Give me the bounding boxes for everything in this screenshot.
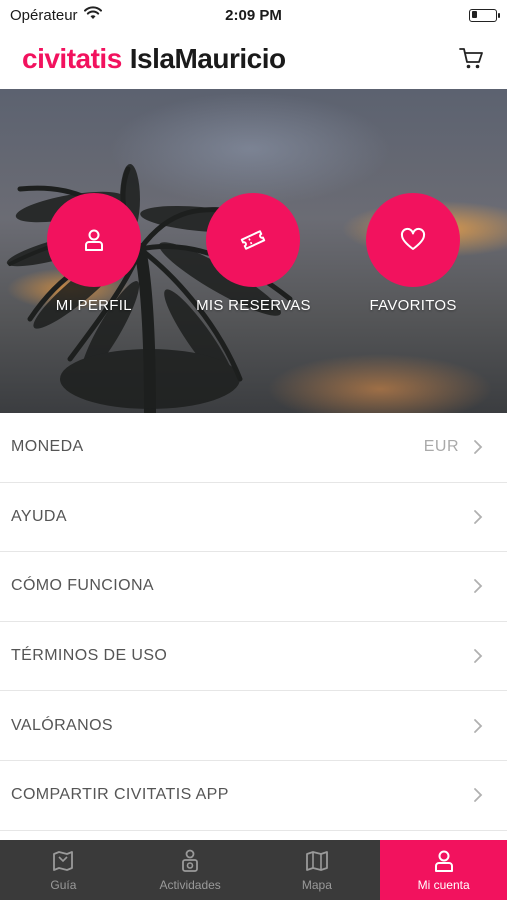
account-icon [434, 850, 453, 872]
chevron-right-icon [474, 649, 483, 663]
status-left: Opérateur [10, 6, 102, 24]
chevron-right-icon [474, 440, 483, 455]
activities-icon [182, 849, 199, 872]
menu-item-currency[interactable]: MONEDA EUR [0, 413, 507, 483]
carrier-name: Opérateur [10, 6, 78, 24]
menu-item-label: MONEDA [11, 438, 84, 456]
tab-my-account[interactable]: Mi cuenta [380, 840, 507, 900]
chevron-right-icon [474, 718, 483, 733]
guide-icon [53, 851, 74, 871]
menu-item-how-it-works[interactable]: CÓMO FUNCIONA [0, 552, 507, 622]
app-logo: civitatis IslaMauricio [22, 43, 286, 75]
menu-item-label: COMPARTIR CIVITATIS APP [11, 786, 229, 804]
menu-item-label: CÓMO FUNCIONA [11, 577, 154, 595]
status-time: 2:09 PM [225, 6, 282, 24]
favorites-button[interactable]: FAVORITOS [338, 193, 488, 314]
my-bookings-label: MIS RESERVAS [196, 297, 311, 314]
menu-item-terms[interactable]: TÉRMINOS DE USO [0, 622, 507, 692]
menu-item-label: VALÓRANOS [11, 716, 113, 734]
wifi-icon [83, 6, 102, 24]
chevron-right-icon [474, 509, 483, 524]
battery-icon [469, 8, 500, 22]
tab-activities[interactable]: Actividades [127, 840, 254, 900]
my-profile-label: MI PERFIL [55, 297, 132, 314]
tab-label: Guía [50, 878, 77, 892]
menu-item-help[interactable]: AYUDA [0, 483, 507, 553]
menu-item-label: AYUDA [11, 507, 67, 525]
my-bookings-button[interactable]: MIS RESERVAS [178, 193, 328, 314]
menu-item-share-app[interactable]: COMPARTIR CIVITATIS APP [0, 761, 507, 831]
tab-map[interactable]: Mapa [254, 840, 381, 900]
menu-item-label: TÉRMINOS DE USO [11, 647, 168, 665]
tab-label: Mapa [301, 878, 332, 892]
tab-guide[interactable]: Guía [0, 840, 127, 900]
tab-label: Mi cuenta [417, 878, 470, 892]
currency-value: EUR [423, 438, 459, 456]
hero-banner: MI PERFIL MIS RESERVAS FAVORITOS [0, 89, 507, 413]
hero-actions: MI PERFIL MIS RESERVAS FAVORITOS [0, 193, 507, 314]
chevron-right-icon [474, 579, 483, 594]
settings-menu: MONEDA EUR AYUDA CÓMO FUNCIONA TÉRMINOS … [0, 413, 507, 831]
menu-item-rate-us[interactable]: VALÓRANOS [0, 691, 507, 761]
app-header: civitatis IslaMauricio [0, 30, 507, 88]
bottom-tab-bar: Guía Actividades Mapa Mi cuenta [0, 840, 507, 900]
logo-city: IslaMauricio [129, 43, 286, 74]
logo-brand: civitatis [22, 43, 122, 74]
status-bar: Opérateur 2:09 PM [0, 0, 507, 30]
user-icon [46, 193, 141, 287]
chevron-right-icon [474, 788, 483, 803]
favorites-label: FAVORITOS [369, 297, 457, 314]
my-profile-button[interactable]: MI PERFIL [19, 193, 169, 314]
heart-icon [366, 193, 461, 287]
map-icon [305, 851, 328, 871]
ticket-icon [206, 193, 301, 287]
tab-label: Actividades [159, 878, 221, 892]
cart-icon[interactable] [457, 44, 485, 72]
